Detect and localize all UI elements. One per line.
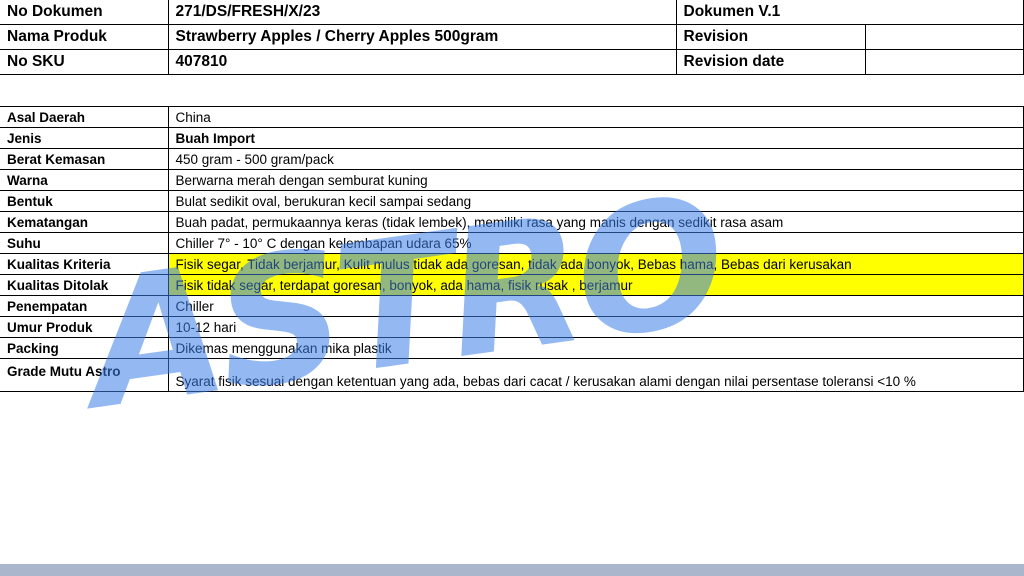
type-value: Buah Import <box>167 127 1024 149</box>
shape-value: Bulat sedikit oval, berukuran kecil samp… <box>167 190 1024 212</box>
shape-label: Bentuk <box>0 190 169 212</box>
pack-weight-label: Berat Kemasan <box>0 148 169 170</box>
spec-row-color: Warna Berwarna merah dengan semburat kun… <box>0 169 1024 191</box>
product-name-value: Strawberry Apples / Cherry Apples 500gra… <box>167 24 677 50</box>
spec-row-packing: Packing Dikemas menggunakan mika plastik <box>0 337 1024 359</box>
document-header-table: No Dokumen 271/DS/FRESH/X/23 Dokumen V.1… <box>0 0 1024 75</box>
temperature-label: Suhu <box>0 232 169 254</box>
placement-value: Chiller <box>167 295 1024 317</box>
type-label: Jenis <box>0 127 169 149</box>
sku-label: No SKU <box>0 49 169 75</box>
pack-weight-value: 450 gram - 500 gram/pack <box>167 148 1024 170</box>
doc-number-value: 271/DS/FRESH/X/23 <box>167 0 677 25</box>
revision-value <box>864 24 1024 50</box>
ripeness-value: Buah padat, permukaannya keras (tidak le… <box>167 211 1024 233</box>
sku-value: 407810 <box>167 49 677 75</box>
packing-label: Packing <box>0 337 169 359</box>
placement-label: Penempatan <box>0 295 169 317</box>
spec-row-type: Jenis Buah Import <box>0 127 1024 149</box>
quality-grade-value: Syarat fisik sesuai dengan ketentuan yan… <box>167 358 1024 392</box>
header-row-product-name: Nama Produk Strawberry Apples / Cherry A… <box>0 24 1024 50</box>
quality-grade-label: Grade Mutu Astro <box>0 358 169 392</box>
origin-label: Asal Daerah <box>0 106 169 128</box>
origin-value: China <box>167 106 1024 128</box>
doc-version: Dokumen V.1 <box>675 0 1024 25</box>
quality-criteria-value: Fisik segar, Tidak berjamur, Kulit mulus… <box>167 253 1024 275</box>
spec-row-pack-weight: Berat Kemasan 450 gram - 500 gram/pack <box>0 148 1024 170</box>
shelf-life-label: Umur Produk <box>0 316 169 338</box>
shelf-life-value: 10-12 hari <box>167 316 1024 338</box>
temperature-value: Chiller 7° - 10° C dengan kelembapan uda… <box>167 232 1024 254</box>
spec-row-placement: Penempatan Chiller <box>0 295 1024 317</box>
header-row-document-number: No Dokumen 271/DS/FRESH/X/23 Dokumen V.1 <box>0 0 1024 25</box>
spec-row-ripeness: Kematangan Buah padat, permukaannya kera… <box>0 211 1024 233</box>
spec-row-quality-grade: Grade Mutu Astro Syarat fisik sesuai den… <box>0 358 1024 392</box>
spec-row-origin: Asal Daerah China <box>0 106 1024 128</box>
rejected-quality-value: Fisik tidak segar, terdapat goresan, bon… <box>167 274 1024 296</box>
packing-value: Dikemas menggunakan mika plastik <box>167 337 1024 359</box>
spec-row-shelf-life: Umur Produk 10-12 hari <box>0 316 1024 338</box>
product-spec-table: Asal Daerah China Jenis Buah Import Bera… <box>0 106 1024 392</box>
revision-date-label: Revision date <box>675 49 866 75</box>
quality-criteria-label: Kualitas Kriteria <box>0 253 169 275</box>
header-row-sku: No SKU 407810 Revision date <box>0 49 1024 75</box>
spec-row-quality-criteria: Kualitas Kriteria Fisik segar, Tidak ber… <box>0 253 1024 275</box>
rejected-quality-label: Kualitas Ditolak <box>0 274 169 296</box>
color-value: Berwarna merah dengan semburat kuning <box>167 169 1024 191</box>
product-name-label: Nama Produk <box>0 24 169 50</box>
spec-row-temperature: Suhu Chiller 7° - 10° C dengan kelembapa… <box>0 232 1024 254</box>
revision-date-value <box>864 49 1024 75</box>
spec-row-rejected-quality: Kualitas Ditolak Fisik tidak segar, terd… <box>0 274 1024 296</box>
doc-number-label: No Dokumen <box>0 0 169 25</box>
color-label: Warna <box>0 169 169 191</box>
spec-row-shape: Bentuk Bulat sedikit oval, berukuran kec… <box>0 190 1024 212</box>
ripeness-label: Kematangan <box>0 211 169 233</box>
revision-label: Revision <box>675 24 866 50</box>
footer-bar <box>0 564 1024 576</box>
